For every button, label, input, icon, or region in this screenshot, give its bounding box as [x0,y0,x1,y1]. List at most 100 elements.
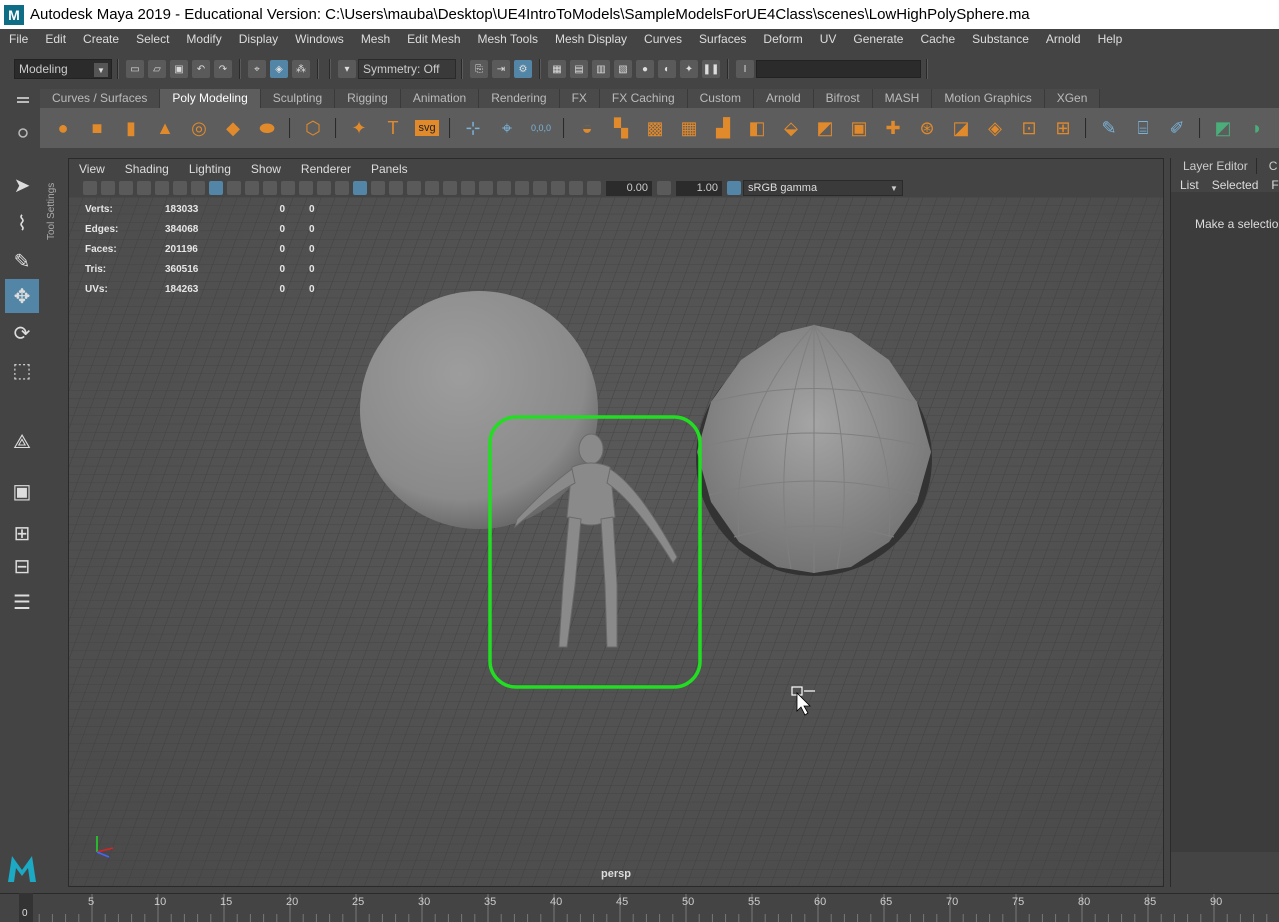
uv-editor-icon[interactable]: ◩ [1209,114,1237,142]
last-tool-icon[interactable]: ⟁ [5,425,39,459]
shelf-tab-sculpting[interactable]: Sculpting [260,89,336,108]
shelf-tab-curves-surfaces[interactable]: Curves / Surfaces [40,89,161,108]
uv-layout-icon[interactable]: ⊞ [1049,114,1077,142]
smooth-icon[interactable]: ◒ [573,114,601,142]
shelf-tab-fx[interactable]: FX [559,89,600,108]
snap-options-icon[interactable]: ▾ [338,60,356,78]
viewport-menu-lighting[interactable]: Lighting [179,162,241,176]
viewport-menu-renderer[interactable]: Renderer [291,162,361,176]
safe-action-icon[interactable] [299,181,313,195]
poly-torus-icon[interactable]: ◎ [185,114,213,142]
merge-icon[interactable]: ✚ [879,114,907,142]
reduce-icon[interactable]: ⊛ [913,114,941,142]
select-tool-icon[interactable]: ➤ [5,168,39,202]
svg-tool-icon[interactable]: svg [413,114,441,142]
open-scene-icon[interactable]: ▱ [148,60,166,78]
two-d-pan-icon[interactable] [173,181,187,195]
lasso-tool-icon[interactable]: ⌇ [5,206,39,240]
bookmark-icon[interactable] [119,181,133,195]
insert-edge-loop-icon[interactable]: ⌸ [1129,114,1157,142]
command-field[interactable] [756,60,921,78]
remesh-icon[interactable]: ⊡ [1015,114,1043,142]
bool-icon[interactable]: ⬙ [777,114,805,142]
color-space-dropdown[interactable]: sRGB gamma ▼ [743,180,903,196]
save-scene-icon[interactable]: ▣ [170,60,188,78]
viewport-3d-scene[interactable]: Verts: 183033 0 0 Edges: 384068 0 0 Face… [69,197,1163,886]
xray-joints-icon[interactable] [551,181,565,195]
menu-curves[interactable]: Curves [635,32,690,46]
grease-pencil-icon[interactable] [155,181,169,195]
viewport-menu-show[interactable]: Show [241,162,291,176]
sweep-mesh-icon[interactable]: 0,0,0 [527,114,555,142]
text-cursor-icon[interactable]: I [736,60,754,78]
retopologize-icon[interactable]: ◈ [981,114,1009,142]
poly-cylinder-icon[interactable]: ▮ [117,114,145,142]
multi-cut-icon[interactable]: ✎ [1095,114,1123,142]
xray-components-icon[interactable] [569,181,583,195]
viewport-menu-view[interactable]: View [69,162,115,176]
poly-cube-icon[interactable]: ■ [83,114,111,142]
menu-edit-mesh[interactable]: Edit Mesh [398,32,468,46]
offset-edge-loop-icon[interactable]: ✐ [1163,114,1191,142]
shelf-tab-arnold[interactable]: Arnold [753,89,814,108]
two-pane-layout-icon[interactable]: ⊟ [5,549,39,583]
menu-modify[interactable]: Modify [177,32,229,46]
xray-icon[interactable] [533,181,547,195]
menu-surfaces[interactable]: Surfaces [690,32,754,46]
shelf-tab-rendering[interactable]: Rendering [479,89,560,108]
menu-mesh[interactable]: Mesh [352,32,398,46]
poly-sphere-icon[interactable]: ● [49,114,77,142]
exposure-icon[interactable] [587,181,601,195]
combine-icon[interactable]: ⊹ [459,114,487,142]
exposure-field[interactable]: 0.00 [606,180,652,196]
multisample-aa-icon[interactable] [479,181,493,195]
symmetry-dropdown[interactable]: Symmetry: Off [358,59,456,79]
safe-title-icon[interactable] [317,181,331,195]
construction-history-icon[interactable]: ⎘ [470,60,488,78]
super-shape-icon[interactable]: ✦ [345,114,373,142]
use-all-lights-icon[interactable] [407,181,421,195]
gamma-field[interactable]: 1.00 [676,180,722,196]
shelf-tab-animation[interactable]: Animation [400,89,480,108]
menu-arnold[interactable]: Arnold [1037,32,1089,46]
field-chart-icon[interactable] [281,181,295,195]
input-ops-icon[interactable]: ⇥ [492,60,510,78]
viewport-menu-shading[interactable]: Shading [115,162,179,176]
triangulate-icon[interactable]: ◩ [811,114,839,142]
paint-select-tool-icon[interactable]: ✎ [5,244,39,278]
ipr-render-icon[interactable]: ▥ [592,60,610,78]
tool-settings-tab[interactable]: Tool Settings [46,166,62,240]
menu-create[interactable]: Create [74,32,127,46]
menu-generate[interactable]: Generate [844,32,911,46]
menu-cache[interactable]: Cache [911,32,963,46]
resolution-gate-icon[interactable] [245,181,259,195]
single-pane-layout-icon[interactable]: ▣ [5,474,39,508]
light-icon[interactable]: ✦ [680,60,698,78]
render-view-icon[interactable]: ▧ [614,60,632,78]
wireframe-on-shaded-icon[interactable] [371,181,385,195]
poly-disc-icon[interactable]: ⬬ [253,114,281,142]
tab-channel-box[interactable]: C [1256,158,1279,174]
rotate-tool-icon[interactable]: ⟳ [5,316,39,350]
type-tool-icon[interactable]: T [379,114,407,142]
select-hierarchy-icon[interactable]: ⌖ [248,60,266,78]
cleanup-icon[interactable]: ◪ [947,114,975,142]
menu-mesh-tools[interactable]: Mesh Tools [469,32,546,46]
poly-plane-icon[interactable]: ◆ [219,114,247,142]
camera-icon[interactable] [83,181,97,195]
hypershade-icon[interactable]: ● [636,60,654,78]
menu-select[interactable]: Select [127,32,177,46]
four-pane-layout-icon[interactable]: ⊞ [5,516,39,550]
film-gate-icon[interactable] [227,181,241,195]
uv-shell-icon[interactable]: ◗ [1243,114,1271,142]
select-component-icon[interactable]: ⁂ [292,60,310,78]
shadows-icon[interactable] [425,181,439,195]
scale-tool-icon[interactable]: ⬚ [5,353,39,387]
new-scene-icon[interactable]: ▭ [126,60,144,78]
time-slider[interactable]: 5 10 15 20 25 30 35 40 45 50 55 60 65 70… [0,893,1279,922]
shelf-tab-bifrost[interactable]: Bifrost [813,89,873,108]
render-frame-icon[interactable]: ▤ [570,60,588,78]
motion-blur-icon[interactable] [461,181,475,195]
menu-deform[interactable]: Deform [754,32,810,46]
shelf-tab-poly-modeling[interactable]: Poly Modeling [160,89,261,108]
